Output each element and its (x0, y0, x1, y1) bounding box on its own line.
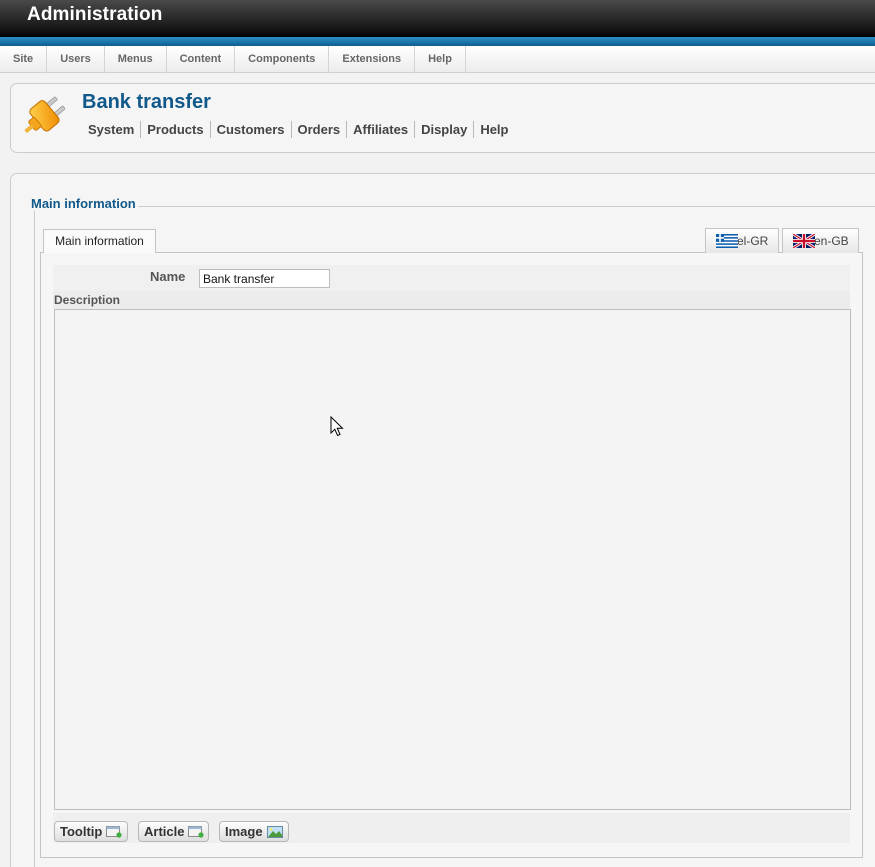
menu-item-content[interactable]: Content (167, 46, 236, 73)
menu-item-menus[interactable]: Menus (105, 46, 167, 73)
admin-topbar: Administration (0, 0, 875, 37)
submenu-item-customers[interactable]: Customers (209, 121, 291, 138)
admin-title: Administration (27, 4, 163, 25)
language-code: en-GB (814, 234, 849, 248)
description-label: Description (54, 293, 121, 307)
submenu-item-display[interactable]: Display (414, 121, 473, 138)
submenu-item-system[interactable]: System (82, 121, 140, 138)
tooltip-button-label: Tooltip (60, 824, 103, 839)
language-tab-el-gr[interactable]: el-GR (705, 228, 779, 253)
greek-flag-icon (716, 234, 738, 248)
plug-icon (24, 96, 66, 134)
mouse-cursor-icon (330, 416, 344, 437)
article-button-label: Article (144, 824, 185, 839)
language-code: el-GR (737, 234, 769, 248)
menu-item-users[interactable]: Users (47, 46, 105, 73)
accent-bar (0, 37, 875, 46)
article-button[interactable]: Article (138, 821, 209, 842)
component-header-panel: Bank transfer System Products Customers … (10, 83, 875, 153)
component-submenu: System Products Customers Orders Affilia… (82, 121, 514, 138)
menu-item-components[interactable]: Components (235, 46, 330, 73)
menu-item-extensions[interactable]: Extensions (329, 46, 416, 73)
tab-main-information[interactable]: Main information (43, 229, 156, 253)
main-menu: Site Users Menus Content Components Exte… (0, 46, 875, 73)
page-title: Bank transfer (82, 91, 211, 113)
article-insert-icon (188, 825, 205, 838)
submenu-item-help[interactable]: Help (473, 121, 514, 138)
name-input[interactable] (199, 269, 330, 288)
uk-flag-icon (793, 234, 815, 248)
menu-item-site[interactable]: Site (0, 46, 48, 73)
menu-item-help[interactable]: Help (415, 46, 466, 73)
submenu-item-affiliates[interactable]: Affiliates (346, 121, 414, 138)
image-button-label: Image (225, 824, 263, 839)
description-editor[interactable] (54, 309, 851, 810)
fieldset-legend: Main information (29, 196, 138, 211)
description-header (53, 291, 850, 309)
language-tab-en-gb[interactable]: en-GB (782, 228, 859, 253)
image-insert-icon (266, 825, 283, 838)
tooltip-insert-icon (106, 825, 122, 838)
submenu-item-products[interactable]: Products (140, 121, 209, 138)
image-button[interactable]: Image (219, 821, 289, 842)
tooltip-button[interactable]: Tooltip (54, 821, 128, 842)
name-label: Name (150, 269, 186, 284)
submenu-item-orders[interactable]: Orders (290, 121, 347, 138)
